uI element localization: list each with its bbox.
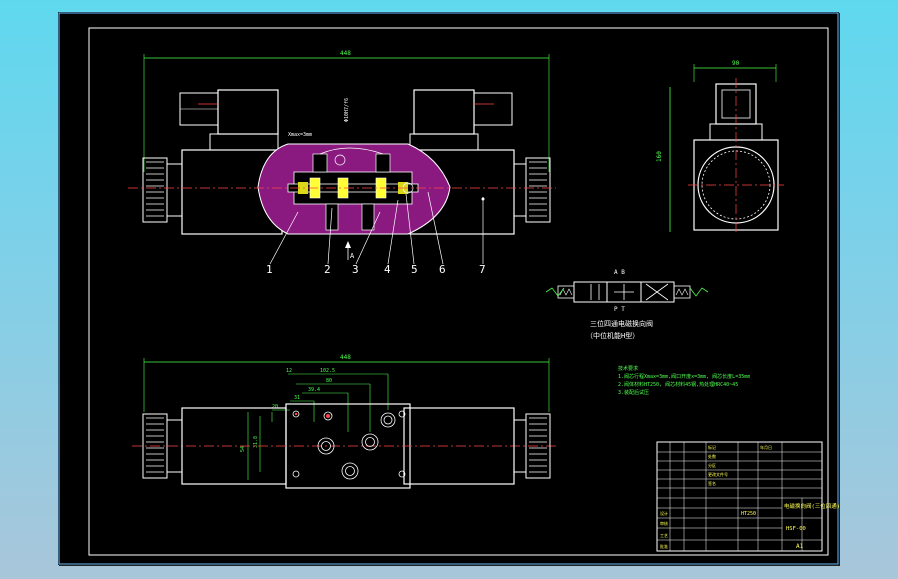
role-cell: 设计 — [660, 510, 668, 516]
leader-number: 2 — [324, 263, 331, 276]
dim-side-height: 160 — [656, 151, 663, 162]
top-view: 448 12 102.5 80 39.4 31 20 54 31.8 — [132, 354, 558, 489]
ports-bottom-label: P T — [614, 306, 625, 313]
technical-notes: 技术要求 1.阀芯行程Xmax=3mm,阀口开度x=3mm, 阀芯长度L=35m… — [618, 365, 750, 396]
tech-note-line: 2.阀体材料HT250, 阀芯材料45钢,热处理HRC40~45 — [618, 381, 738, 388]
ports-top-label: A B — [614, 269, 625, 276]
base-dim: 31 — [294, 395, 300, 401]
right-knurl-cap — [513, 157, 551, 223]
role-cell: 审核 — [660, 520, 668, 526]
material-cell: HT250 — [741, 511, 756, 517]
title-block: 标记 处数 分区 更改文件号 签名 年月日 设计 审核 工艺 批准 HT250 … — [656, 441, 839, 552]
base-dim: 20 — [272, 404, 278, 410]
drawing-name: 电磁换向阀(三位四通) — [784, 502, 839, 510]
leader-numbers: 1 2 3 4 5 6 7 — [266, 263, 486, 276]
base-dim: 80 — [326, 378, 332, 384]
tech-note-line: 1.阀芯行程Xmax=3mm,阀口开度x=3mm, 阀芯长度L=35mm — [618, 373, 750, 380]
leader-number: 3 — [352, 263, 359, 276]
port-holes — [292, 410, 406, 480]
title-cell: 年月日 — [760, 444, 772, 450]
base-dim: 54 — [240, 446, 246, 452]
view-arrow-label: A — [350, 252, 355, 260]
hydraulic-symbol: A B P T 三位四通电磁换向阀 （中位机能H型） — [545, 269, 709, 340]
cad-drawing: 448 Xmax=3mm Φ10H7/f6 A 1 2 3 4 5 6 7 90… — [58, 12, 839, 565]
sheet-size: A1 — [796, 543, 804, 550]
tech-notes-title: 技术要求 — [618, 365, 638, 372]
symbol-caption-2: （中位机能H型） — [586, 331, 639, 340]
base-dim: 102.5 — [320, 368, 335, 374]
drawing-number: HSF-00 — [786, 526, 806, 532]
title-cell: 更改文件号 — [708, 471, 728, 477]
role-cell: 工艺 — [660, 533, 668, 538]
title-cell: 处数 — [708, 453, 716, 459]
outer-frame — [58, 12, 839, 565]
stroke-label: Xmax=3mm — [288, 132, 312, 138]
title-cell: 签名 — [708, 480, 716, 486]
symbol-caption-1: 三位四通电磁换向阀 — [590, 319, 653, 328]
title-cell: 分区 — [708, 462, 716, 468]
side-view: 90 160 — [656, 60, 784, 234]
left-knurl-cap — [142, 157, 183, 223]
leader-number: 7 — [479, 263, 486, 276]
leader-number: 4 — [384, 263, 391, 276]
base-dim: 39.4 — [308, 387, 320, 393]
leader-number: 6 — [439, 263, 446, 276]
front-section-view: 448 Xmax=3mm Φ10H7/f6 A 1 2 3 4 5 6 7 — [128, 50, 556, 276]
dim-overall-bottom: 448 — [340, 354, 351, 361]
base-dim: 12 — [286, 368, 292, 374]
tech-note-line: 3.装配后试压 — [618, 389, 649, 396]
role-cell: 批准 — [660, 543, 668, 549]
title-cell: 标记 — [708, 444, 716, 450]
leader-number: 5 — [411, 263, 418, 276]
drawing-sheet: 448 Xmax=3mm Φ10H7/f6 A 1 2 3 4 5 6 7 90… — [58, 12, 839, 565]
dim-side-width: 90 — [732, 60, 740, 67]
bore-label: Φ10H7/f6 — [344, 98, 350, 122]
leader-number: 1 — [266, 263, 273, 276]
dim-overall-top: 448 — [340, 50, 351, 57]
